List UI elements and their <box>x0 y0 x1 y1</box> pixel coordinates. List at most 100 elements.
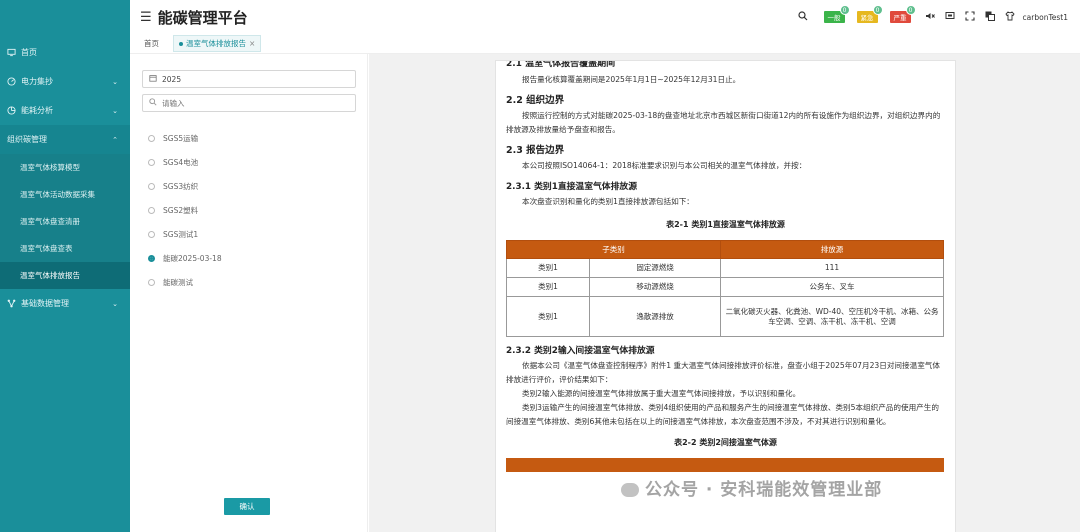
radio-button-checked[interactable] <box>148 254 155 262</box>
sidebar-subitem-report[interactable]: 温室气体排放报告 <box>0 262 130 289</box>
sidebar-item-label: 能耗分析 <box>21 106 53 115</box>
document-page: 2.1 温室气体报告覆盖期间 报告量化核算覆盖期间是2025年1月1日~2025… <box>495 60 956 532</box>
table-caption: 表2-2 类别2间接温室气体源 <box>674 438 777 447</box>
section-heading: 2.2 组织边界 <box>506 95 565 106</box>
radio-button[interactable] <box>148 134 155 142</box>
alarm-severe-count: 0 <box>905 5 916 15</box>
sidebar-top-spacer <box>0 0 130 38</box>
sidebar-subitem-inventory[interactable]: 温室气体盘查清册 <box>0 208 130 235</box>
alarm-general-count: 0 <box>839 5 850 15</box>
radio-option-selected[interactable]: 能碳2025-03-18 <box>148 246 222 270</box>
radio-label: SGS5运输 <box>163 133 199 143</box>
alarm-urgent-label: 紧急 <box>860 14 874 22</box>
gauge-icon <box>6 77 16 87</box>
sidebar-item-label: 电力集抄 <box>21 77 53 86</box>
mute-icon[interactable] <box>925 11 935 24</box>
radio-option[interactable]: SGS测试1 <box>148 222 222 246</box>
alarm-urgent-count: 0 <box>872 5 883 15</box>
sidebar-item-org-carbon[interactable]: 组织碳管理 ⌃ <box>0 125 130 154</box>
subsection-heading: 2.3.2 类别2输入间接温室气体排放源 <box>506 346 655 356</box>
table-cell: 固定源燃烧 <box>589 258 722 278</box>
sidebar-item-power[interactable]: 电力集抄 ⌄ <box>0 67 130 96</box>
paragraph: 依据本公司《温室气体盘查控制程序》附件1 重大温室气体间接排放评价标准，盘查小组… <box>506 361 940 384</box>
entity-panel: 2025 SGS5运输 SGS4电池 SGS3纺织 SGS2塑料 SGS测试1 … <box>130 54 368 532</box>
sidebar-subitem-label: 温室气体盘查表 <box>20 244 73 253</box>
emission-source-table: 子类别 排放源 类别1 固定源燃烧 111 类别1 移动源燃烧 公务车、叉车 类… <box>505 240 944 337</box>
wechat-icon <box>621 483 639 497</box>
radio-button[interactable] <box>148 278 155 286</box>
year-picker[interactable]: 2025 <box>142 70 356 88</box>
table-caption: 表2-1 类别1直接温室气体排放源 <box>666 220 785 229</box>
table-row: 类别1 逸散源排放 二氧化碳灭火器、化粪池、WD-40、空压机冷干机、冰箱、公务… <box>505 296 944 337</box>
sidebar-item-home[interactable]: 首页 <box>0 38 130 67</box>
sidebar-subitem-model[interactable]: 温室气体核算模型 <box>0 154 130 181</box>
tab-label: 温室气体排放报告 <box>186 39 246 48</box>
table-header-row: 子类别 排放源 <box>505 240 944 259</box>
paragraph: 类别3运输产生的间接温室气体排放、类别4组织使用的产品和服务产生的间接温室气体排… <box>506 403 939 426</box>
year-value: 2025 <box>162 74 182 84</box>
confirm-button[interactable]: 确认 <box>224 498 270 515</box>
top-header: ☰ 能碳管理平台 一般 0 紧急 0 严重 0 carbonTest1 <box>130 0 1080 34</box>
radio-option[interactable]: 能碳测试 <box>148 270 222 294</box>
table-cell: 类别1 <box>505 277 591 297</box>
radio-option[interactable]: SGS5运输 <box>148 126 222 150</box>
app-title: 能碳管理平台 <box>157 8 248 27</box>
close-icon[interactable]: × <box>249 39 255 48</box>
language-icon[interactable] <box>985 11 995 24</box>
alarm-general-label: 一般 <box>827 14 841 22</box>
sidebar-item-energy[interactable]: 能耗分析 ⌄ <box>0 96 130 125</box>
menu-toggle-icon[interactable]: ☰ <box>140 10 152 25</box>
sidebar-subitem-activity[interactable]: 温室气体活动数据采集 <box>0 181 130 208</box>
alarm-urgent-button[interactable]: 紧急 0 <box>856 5 883 23</box>
alarm-general-button[interactable]: 一般 0 <box>823 5 850 23</box>
network-icon <box>6 299 16 309</box>
header-actions: 一般 0 紧急 0 严重 0 carbonTest1 <box>788 0 1068 34</box>
table-cell: 逸散源排放 <box>589 296 722 337</box>
radio-button[interactable] <box>148 158 155 166</box>
watermark: 公众号 · 安科瑞能效管理业部 <box>621 475 882 500</box>
search-input[interactable] <box>162 98 342 108</box>
watermark-text: 公众号 · 安科瑞能效管理业部 <box>645 480 883 500</box>
alarm-severe-label: 严重 <box>893 14 907 22</box>
table-header-cell: 排放源 <box>720 240 944 259</box>
paragraph: 本次盘查识别和量化的类别1直接排放源包括如下： <box>522 197 694 206</box>
table-cell: 二氧化碳灭火器、化粪池、WD-40、空压机冷干机、冰箱、公务车空调、空调、冻干机… <box>720 296 944 337</box>
table-header-partial <box>506 458 944 472</box>
chevron-down-icon: ⌄ <box>112 299 118 308</box>
table-cell: 111 <box>720 258 944 278</box>
document-viewer[interactable]: 2.1 温室气体报告覆盖期间 报告量化核算覆盖期间是2025年1月1日~2025… <box>369 54 1080 532</box>
active-dot-icon <box>179 42 183 46</box>
table-cell: 类别1 <box>505 296 591 337</box>
sidebar-subitem-label: 温室气体排放报告 <box>20 271 80 280</box>
subsection-heading: 2.3.1 类别1直接温室气体排放源 <box>506 182 637 192</box>
table-cell: 移动源燃烧 <box>589 277 722 297</box>
radio-option[interactable]: SGS2塑料 <box>148 198 222 222</box>
monitor-icon <box>6 48 16 58</box>
sidebar-item-basic-data[interactable]: 基础数据管理 ⌄ <box>0 289 130 318</box>
tab-emission-report[interactable]: 温室气体排放报告 × <box>173 35 262 52</box>
entity-radio-list: SGS5运输 SGS4电池 SGS3纺织 SGS2塑料 SGS测试1 能碳202… <box>148 126 222 294</box>
alarm-severe-button[interactable]: 严重 0 <box>889 5 916 23</box>
tab-home[interactable]: 首页 <box>138 36 165 51</box>
user-name[interactable]: carbonTest1 <box>1023 13 1068 22</box>
sidebar-subitem-label: 温室气体盘查清册 <box>20 217 80 226</box>
radio-label: SGS4电池 <box>163 157 199 167</box>
chart-icon <box>6 106 16 116</box>
search-field[interactable] <box>142 94 356 112</box>
screen-icon[interactable] <box>945 11 955 24</box>
sidebar: 首页 电力集抄 ⌄ 能耗分析 ⌄ 组织碳管理 ⌃ 温室气体核算模型 温室气体活动… <box>0 0 130 532</box>
sidebar-item-label: 基础数据管理 <box>21 299 69 308</box>
fullscreen-icon[interactable] <box>964 10 975 24</box>
radio-option[interactable]: SGS4电池 <box>148 150 222 174</box>
search-icon[interactable] <box>797 10 808 24</box>
radio-button[interactable] <box>148 230 155 238</box>
radio-option[interactable]: SGS3纺织 <box>148 174 222 198</box>
table-row: 类别1 固定源燃烧 111 <box>505 258 944 278</box>
radio-button[interactable] <box>148 182 155 190</box>
chevron-down-icon: ⌄ <box>112 77 118 86</box>
theme-icon[interactable] <box>1004 10 1015 24</box>
sidebar-subitem-table[interactable]: 温室气体盘查表 <box>0 235 130 262</box>
radio-button[interactable] <box>148 206 155 214</box>
calendar-icon <box>149 74 157 84</box>
search-icon <box>149 98 157 108</box>
